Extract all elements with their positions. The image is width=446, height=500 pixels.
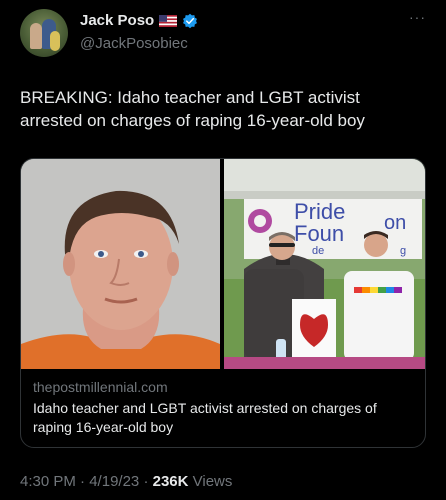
tweet-date[interactable]: 4/19/23 (89, 473, 139, 490)
avatar[interactable] (20, 9, 68, 57)
card-meta: thepostmillennial.com Idaho teacher and … (33, 379, 413, 437)
banner-text-mid: Foun (294, 221, 344, 246)
tweet-header: Jack Poso @JackPosobiec ··· (20, 9, 426, 59)
card-image-left (21, 159, 220, 369)
author-name[interactable]: Jack Poso (80, 12, 154, 29)
link-card[interactable]: Pride Foun on de g thepostmillennial.com… (20, 158, 426, 448)
separator: · (80, 473, 86, 490)
banner-text-cut: on (384, 212, 406, 234)
views-label: Views (192, 473, 233, 490)
card-domain[interactable]: thepostmillennial.com (33, 379, 413, 395)
card-title[interactable]: Idaho teacher and LGBT activist arrested… (33, 399, 413, 437)
views-count: 236K (152, 473, 189, 490)
banner-sub-right: g (400, 245, 406, 257)
card-image-right: Pride Foun on de g (224, 159, 425, 369)
banner-sub-left: de (312, 245, 324, 257)
us-flag-icon (159, 14, 178, 27)
verified-badge-icon (183, 13, 198, 28)
separator: · (143, 473, 149, 490)
tweet-time[interactable]: 4:30 PM (20, 473, 76, 490)
more-options-icon[interactable]: ··· (409, 9, 426, 25)
tweet-text: BREAKING: Idaho teacher and LGBT activis… (20, 88, 365, 130)
author-name-row: Jack Poso (80, 12, 198, 29)
tweet-footer: 4:30 PM · 4/19/23 · 236K Views (20, 473, 232, 490)
author-handle[interactable]: @JackPosobiec (80, 35, 188, 52)
